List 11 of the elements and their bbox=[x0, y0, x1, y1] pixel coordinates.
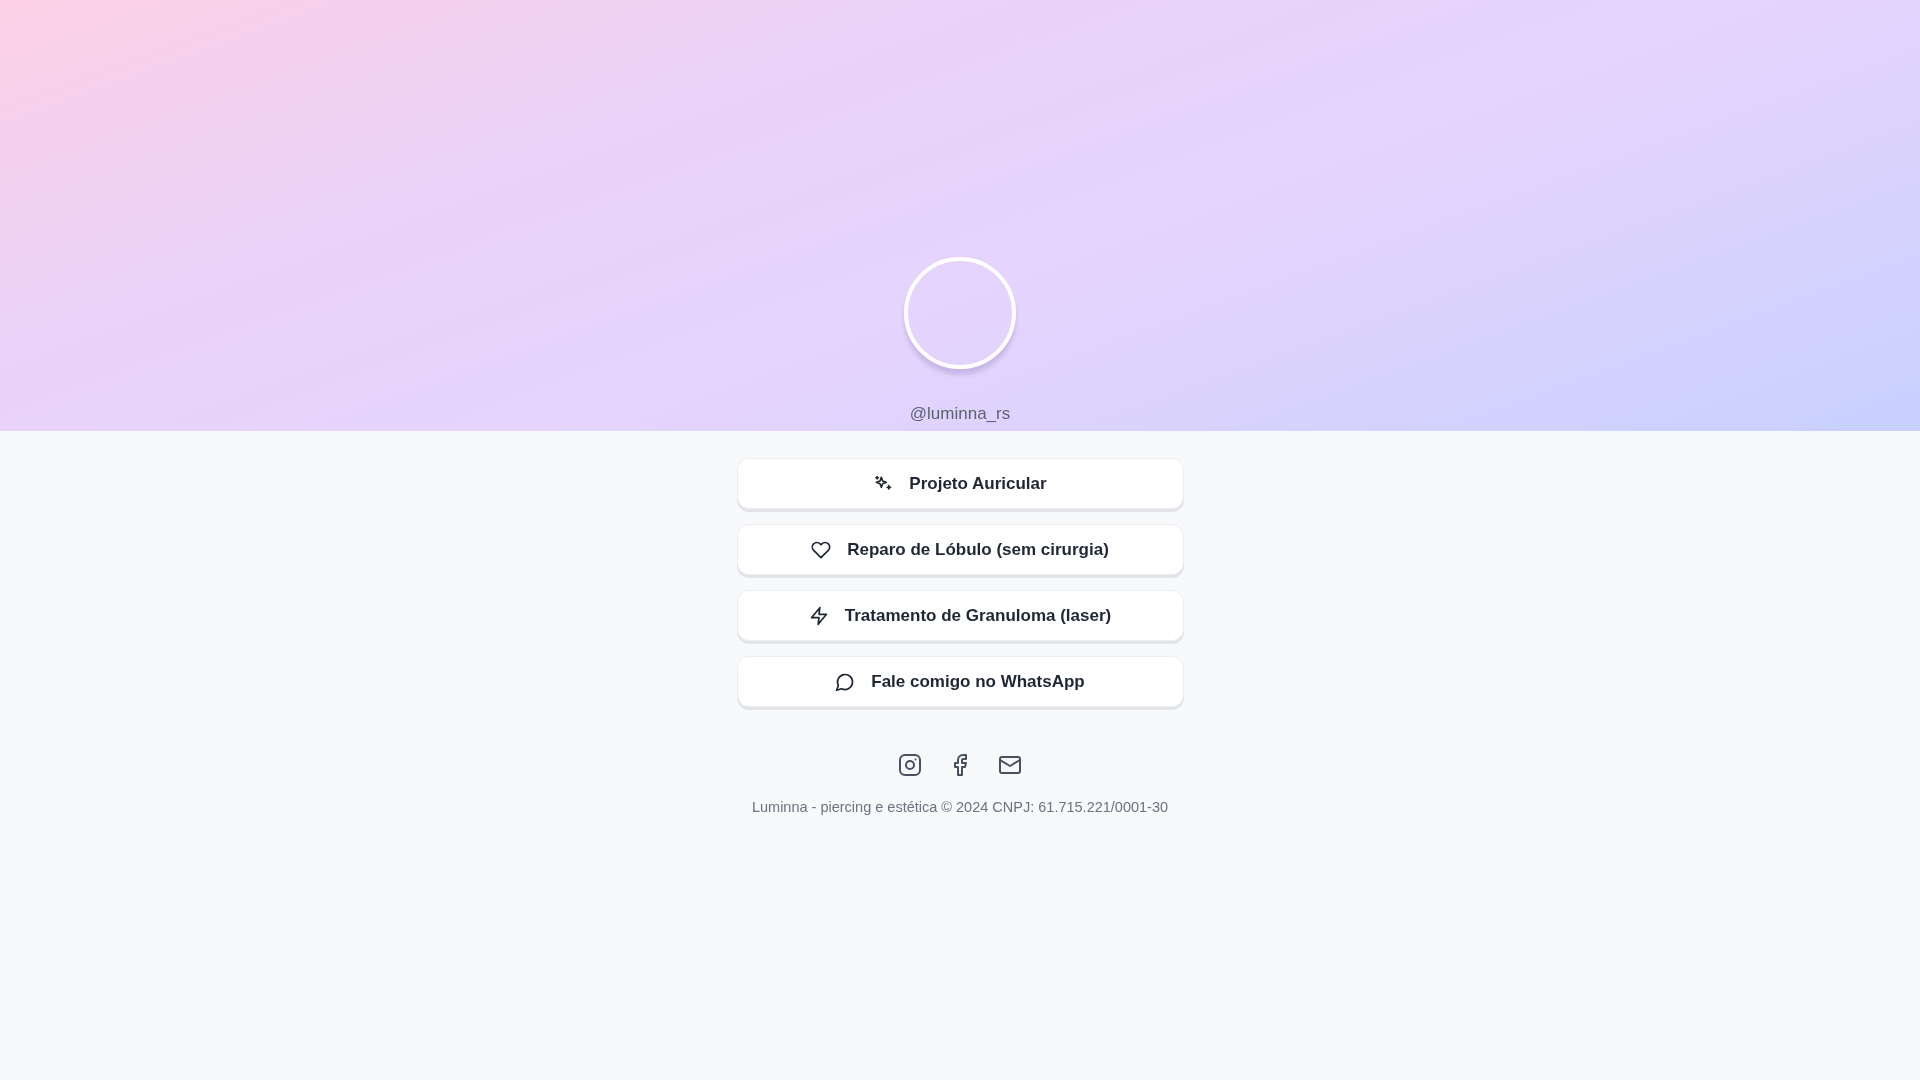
link-button[interactable]: Reparo de Lóbulo (sem cirurgia) bbox=[736, 524, 1184, 575]
instagram-icon[interactable] bbox=[898, 753, 922, 777]
chat-bubble-icon bbox=[835, 671, 856, 692]
username-text: @luminna_rs bbox=[909, 403, 1011, 425]
mail-icon[interactable] bbox=[998, 753, 1022, 777]
link-button[interactable]: Projeto Auricular bbox=[736, 458, 1184, 509]
heart-icon bbox=[811, 539, 832, 560]
footer-text: Luminna - piercing e estética © 2024 CNPJ: 61.715.221/0001-30 bbox=[750, 798, 1170, 817]
lightning-icon bbox=[808, 605, 829, 626]
link-button[interactable]: Fale comigo no WhatsApp bbox=[736, 656, 1184, 707]
link-button[interactable]: Tratamento de Granuloma (laser) bbox=[736, 590, 1184, 641]
